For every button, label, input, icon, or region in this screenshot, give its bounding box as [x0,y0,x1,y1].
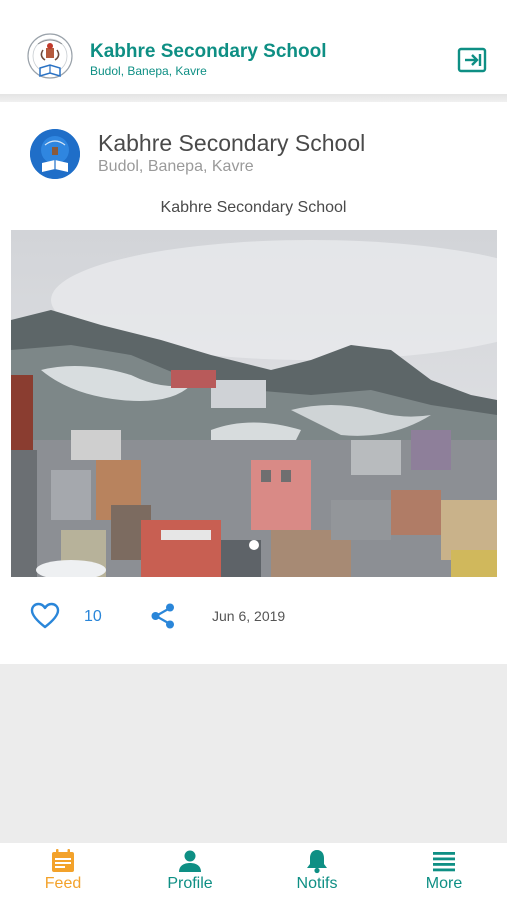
school-name: Kabhre Secondary School [90,41,327,62]
post-actions: 10 Jun 6, 2019 [0,598,507,638]
post-caption: Kabhre Secondary School [160,199,347,216]
app-header: Kabhre Secondary School Budol, Banepa, K… [0,0,507,94]
nav-item-notifs[interactable]: Notifs [254,843,380,900]
school-address: Budol, Banepa, Kavre [90,64,207,78]
post-date: Jun 6, 2019 [212,608,286,624]
nav-label-notifs: Notifs [296,875,338,892]
nav-item-more[interactable]: More [381,843,507,900]
calendar-icon [50,848,76,874]
nav-item-feed[interactable]: Feed [0,843,126,900]
header-divider [0,94,507,102]
nav-label-more: More [425,875,463,892]
carousel-indicator[interactable] [249,540,259,550]
menu-icon [431,848,457,874]
like-count: 10 [84,608,102,625]
app-screen: Kabhre Secondary School Budol, Banepa, K… [0,0,507,900]
share-icon[interactable] [149,602,177,630]
post-photo[interactable] [11,230,497,577]
bell-icon [304,848,330,874]
school-logo-icon [26,28,74,90]
nav-label-feed: Feed [44,875,82,892]
bottom-nav: Feed Profile Notifs More [0,843,507,900]
heart-outline-icon[interactable] [30,602,60,630]
logout-icon[interactable] [456,44,488,76]
post-card: Kabhre Secondary School Budol, Banepa, K… [0,102,507,664]
post-location: Budol, Banepa, Kavre [98,158,254,175]
avatar[interactable] [30,129,80,179]
person-icon [177,848,203,874]
nav-item-profile[interactable]: Profile [127,843,253,900]
post-author: Kabhre Secondary School [98,130,366,156]
nav-label-profile: Profile [167,875,213,892]
